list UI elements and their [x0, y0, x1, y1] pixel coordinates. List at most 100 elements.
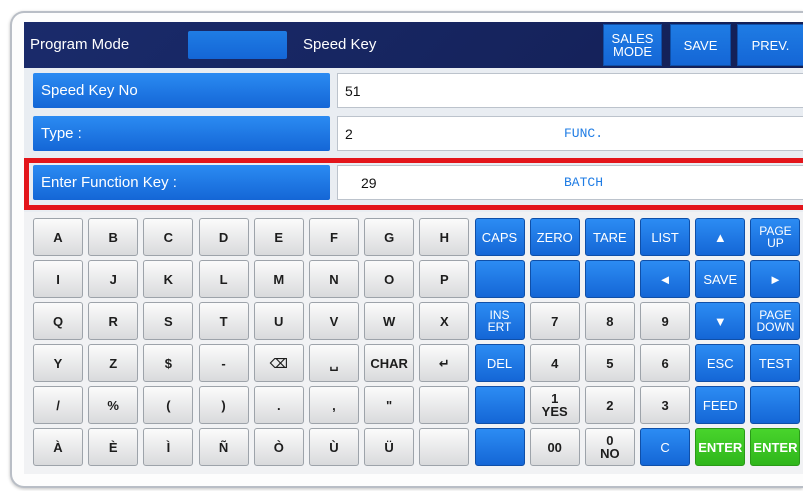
a-accent-key[interactable]: À — [33, 428, 83, 466]
top-bar: Program Mode Speed Key SALES MODE SAVE P… — [24, 22, 803, 68]
c-key[interactable]: C — [640, 428, 691, 466]
list-key[interactable]: LIST — [640, 218, 691, 256]
right-arrow-key[interactable]: ► — [750, 260, 801, 298]
page-down-key[interactable]: PAGE DOWN — [750, 302, 801, 340]
test-key[interactable]: TEST — [750, 344, 801, 382]
backspace-key[interactable]: ⌫ — [253, 344, 304, 382]
1-yes-key[interactable]: 1 YES — [529, 386, 580, 424]
u-accent-key[interactable]: Ü — [364, 428, 415, 466]
5-key[interactable]: 5 — [584, 344, 635, 382]
6-key[interactable]: 6 — [640, 344, 691, 382]
o-accent-key[interactable]: Ò — [253, 428, 304, 466]
w-key[interactable]: W — [364, 302, 415, 340]
3-key[interactable]: 3 — [640, 386, 691, 424]
del-key[interactable]: DEL — [474, 344, 525, 382]
2-key[interactable]: 2 — [584, 386, 635, 424]
enter-function-key-label[interactable]: Enter Function Key : — [33, 165, 330, 200]
key-label: Ò — [273, 439, 284, 455]
j-key[interactable]: J — [88, 260, 139, 298]
speed-key-no-field[interactable]: 51 — [337, 73, 803, 108]
blank-key[interactable] — [474, 386, 525, 424]
blank-key[interactable] — [419, 386, 470, 424]
v-key[interactable]: V — [308, 302, 359, 340]
k-key[interactable]: K — [143, 260, 194, 298]
blank-key[interactable] — [419, 428, 470, 466]
o-key[interactable]: O — [364, 260, 415, 298]
left-arrow-key[interactable]: ◄ — [640, 260, 691, 298]
enter-key[interactable]: ENTER — [750, 428, 801, 466]
period-key[interactable]: . — [253, 386, 304, 424]
i-key[interactable]: I — [33, 260, 83, 298]
speed-key-no-label[interactable]: Speed Key No — [33, 73, 330, 108]
c-key[interactable]: C — [143, 218, 194, 256]
q-key[interactable]: Q — [33, 302, 83, 340]
key-label: FEED — [702, 397, 738, 413]
z-key[interactable]: Z — [88, 344, 139, 382]
percent-key[interactable]: % — [88, 386, 139, 424]
g-key[interactable]: G — [364, 218, 415, 256]
x-key[interactable]: X — [419, 302, 470, 340]
key-label: / — [56, 397, 60, 413]
8-key[interactable]: 8 — [584, 302, 635, 340]
sales-mode-button[interactable]: SALES MODE — [603, 24, 662, 66]
p-key[interactable]: P — [419, 260, 470, 298]
page-up-key[interactable]: PAGE UP — [750, 218, 801, 256]
save-key[interactable]: SAVE — [695, 260, 746, 298]
blank-key[interactable] — [750, 386, 801, 424]
blank-key[interactable] — [474, 260, 525, 298]
00-key[interactable]: 00 — [529, 428, 580, 466]
comma-key[interactable]: , — [308, 386, 359, 424]
r-key[interactable]: R — [88, 302, 139, 340]
n-accent-key[interactable]: Ñ — [198, 428, 249, 466]
type-field[interactable]: 2 FUNC. — [337, 116, 803, 151]
char-key[interactable]: CHAR — [364, 344, 415, 382]
slash-key[interactable]: / — [33, 386, 83, 424]
e-key[interactable]: E — [253, 218, 304, 256]
blank-key[interactable] — [584, 260, 635, 298]
return-key[interactable]: ↵ — [419, 344, 470, 382]
close-paren-key[interactable]: ) — [198, 386, 249, 424]
key-label: X — [439, 313, 449, 329]
save-button[interactable]: SAVE — [670, 24, 731, 66]
feed-key[interactable]: FEED — [695, 386, 746, 424]
esc-key[interactable]: ESC — [695, 344, 746, 382]
b-key[interactable]: B — [88, 218, 139, 256]
minus-key[interactable]: - — [198, 344, 249, 382]
zero-key[interactable]: ZERO — [529, 218, 580, 256]
dollar-key[interactable]: $ — [143, 344, 194, 382]
7-key[interactable]: 7 — [529, 302, 580, 340]
type-label[interactable]: Type : — [33, 116, 330, 151]
y-key[interactable]: Y — [33, 344, 83, 382]
key-label: - — [221, 355, 226, 371]
t-key[interactable]: T — [198, 302, 249, 340]
f-key[interactable]: F — [308, 218, 359, 256]
enter-function-key-field[interactable]: 29 BATCH — [337, 165, 803, 200]
h-key[interactable]: H — [419, 218, 470, 256]
space-key[interactable]: ␣ — [308, 344, 359, 382]
blank-key[interactable] — [529, 260, 580, 298]
open-paren-key[interactable]: ( — [143, 386, 194, 424]
i-accent-key[interactable]: Ì — [143, 428, 194, 466]
ins-ert-key[interactable]: INS ERT — [474, 302, 525, 340]
quote-key[interactable]: " — [364, 386, 415, 424]
down-arrow-key[interactable]: ▼ — [695, 302, 746, 340]
d-key[interactable]: D — [198, 218, 249, 256]
l-key[interactable]: L — [198, 260, 249, 298]
a-key[interactable]: A — [33, 218, 83, 256]
n-key[interactable]: N — [308, 260, 359, 298]
0-no-key[interactable]: 0 NO — [584, 428, 635, 466]
key-label: A — [53, 229, 63, 245]
m-key[interactable]: M — [253, 260, 304, 298]
tare-key[interactable]: TARE — [584, 218, 635, 256]
up-arrow-key[interactable]: ▲ — [695, 218, 746, 256]
s-key[interactable]: S — [143, 302, 194, 340]
caps-key[interactable]: CAPS — [474, 218, 525, 256]
prev-button[interactable]: PREV. — [737, 24, 803, 66]
blank-key[interactable] — [474, 428, 525, 466]
enter-key[interactable]: ENTER — [695, 428, 746, 466]
9-key[interactable]: 9 — [640, 302, 691, 340]
u-key[interactable]: U — [253, 302, 304, 340]
u-accent-key[interactable]: Ù — [308, 428, 359, 466]
e-accent-key[interactable]: È — [88, 428, 139, 466]
4-key[interactable]: 4 — [529, 344, 580, 382]
